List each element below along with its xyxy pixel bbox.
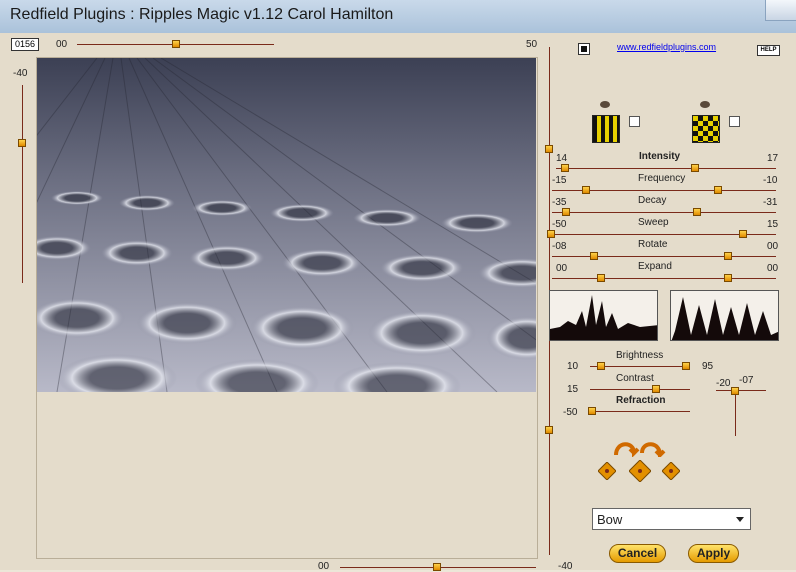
- top-slider-min: 00: [56, 39, 68, 50]
- eye-icon[interactable]: [700, 101, 710, 108]
- brightness-right-knob[interactable]: [682, 362, 690, 370]
- decay-left-knob[interactable]: [562, 208, 570, 216]
- top-slider-knob[interactable]: [172, 40, 180, 48]
- waveform-preview-right: [670, 290, 779, 341]
- move-left-icon[interactable]: [597, 461, 617, 481]
- rotate-left-knob[interactable]: [590, 252, 598, 260]
- right-pattern-checkbox[interactable]: [729, 116, 740, 127]
- decay-right-value: -31: [763, 197, 778, 208]
- color-toggle-checkbox[interactable]: [578, 43, 590, 55]
- expand-left-value: 00: [556, 263, 568, 274]
- mode-select-value: Bow: [597, 512, 623, 527]
- decay-left-value: -35: [552, 197, 567, 208]
- angle-v-track[interactable]: [735, 388, 736, 436]
- checker-pattern-icon[interactable]: [692, 115, 720, 143]
- rotate-right-knob[interactable]: [724, 252, 732, 260]
- frequency-left-value: -15: [552, 175, 567, 186]
- refraction-value: -50: [563, 407, 578, 418]
- left-slider-value: -40: [13, 68, 28, 79]
- left-slider-knob[interactable]: [18, 139, 26, 147]
- frequency-right-value: -10: [763, 175, 778, 186]
- angle-right-value: -07: [739, 375, 754, 386]
- expand-label: Expand: [638, 261, 672, 272]
- rotate-left-value: -08: [552, 241, 567, 252]
- contrast-label: Contrast: [616, 373, 654, 384]
- angle-h-track[interactable]: [716, 390, 766, 391]
- angle-knob[interactable]: [731, 387, 739, 395]
- rotate-label: Rotate: [638, 239, 668, 250]
- plugin-panel: 0156 00 50 www.redfieldplugins.com HELP …: [0, 33, 796, 572]
- brightness-left-value: 10: [567, 361, 579, 372]
- left-slider-track[interactable]: [22, 85, 23, 283]
- waveform-preview-left: [549, 290, 658, 341]
- intensity-left-value: 14: [556, 153, 568, 164]
- chevron-down-icon[interactable]: [736, 517, 744, 522]
- refraction-track[interactable]: [590, 411, 690, 412]
- frequency-label: Frequency: [638, 173, 686, 184]
- help-button[interactable]: HELP: [757, 45, 780, 56]
- bottom-slider-left-value: 00: [318, 561, 330, 572]
- intensity-left-knob[interactable]: [561, 164, 569, 172]
- right-vertical-slider-knob-bottom[interactable]: [545, 426, 553, 434]
- seed-field[interactable]: 0156: [11, 38, 39, 51]
- refraction-label: Refraction: [616, 395, 666, 406]
- expand-right-value: 00: [767, 263, 779, 274]
- mode-select[interactable]: Bow: [592, 508, 751, 530]
- brightness-track[interactable]: [590, 366, 690, 367]
- website-link[interactable]: www.redfieldplugins.com: [617, 42, 716, 52]
- window-control-button[interactable]: [765, 0, 796, 21]
- brightness-label: Brightness: [616, 350, 664, 361]
- right-vertical-slider-knob-top[interactable]: [545, 145, 553, 153]
- intensity-right-knob[interactable]: [691, 164, 699, 172]
- left-pattern-checkbox[interactable]: [629, 116, 640, 127]
- sweep-right-knob[interactable]: [739, 230, 747, 238]
- ripple-render: [37, 58, 536, 392]
- sweep-left-value: -50: [552, 219, 567, 230]
- expand-left-knob[interactable]: [597, 274, 605, 282]
- title-bar: Redfield Plugins : Ripples Magic v1.12 C…: [0, 0, 796, 34]
- intensity-label: Intensity: [639, 151, 681, 162]
- sweep-left-knob[interactable]: [547, 230, 555, 238]
- rotate-arrows-icon[interactable]: [612, 435, 668, 457]
- expand-right-knob[interactable]: [724, 274, 732, 282]
- rotate-track[interactable]: [552, 256, 776, 257]
- contrast-knob[interactable]: [652, 385, 660, 393]
- preview-image: [37, 58, 536, 392]
- sweep-right-value: 15: [767, 219, 779, 230]
- angle-left-value: -20: [716, 378, 731, 389]
- bottom-slider-right-value: -40: [558, 561, 573, 572]
- brightness-right-value: 95: [702, 361, 714, 372]
- rotate-right-value: 00: [767, 241, 779, 252]
- refraction-knob[interactable]: [588, 407, 596, 415]
- contrast-value: 15: [567, 384, 579, 395]
- expand-track[interactable]: [552, 278, 776, 279]
- decay-label: Decay: [638, 195, 667, 206]
- brightness-left-knob[interactable]: [597, 362, 605, 370]
- intensity-track[interactable]: [556, 168, 776, 169]
- intensity-right-value: 17: [767, 153, 779, 164]
- decay-track[interactable]: [552, 212, 776, 213]
- cancel-button[interactable]: Cancel: [609, 544, 666, 563]
- apply-button[interactable]: Apply: [688, 544, 739, 563]
- top-slider-max: 50: [526, 39, 538, 50]
- frequency-left-knob[interactable]: [582, 186, 590, 194]
- vertical-stripes-pattern-icon[interactable]: [592, 115, 620, 143]
- sweep-label: Sweep: [638, 217, 669, 228]
- window-title: Redfield Plugins : Ripples Magic v1.12 C…: [10, 6, 394, 23]
- eye-icon[interactable]: [600, 101, 610, 108]
- move-right-icon[interactable]: [661, 461, 681, 481]
- decay-right-knob[interactable]: [693, 208, 701, 216]
- frequency-right-knob[interactable]: [714, 186, 722, 194]
- move-center-icon[interactable]: [628, 459, 652, 483]
- contrast-track[interactable]: [590, 389, 690, 390]
